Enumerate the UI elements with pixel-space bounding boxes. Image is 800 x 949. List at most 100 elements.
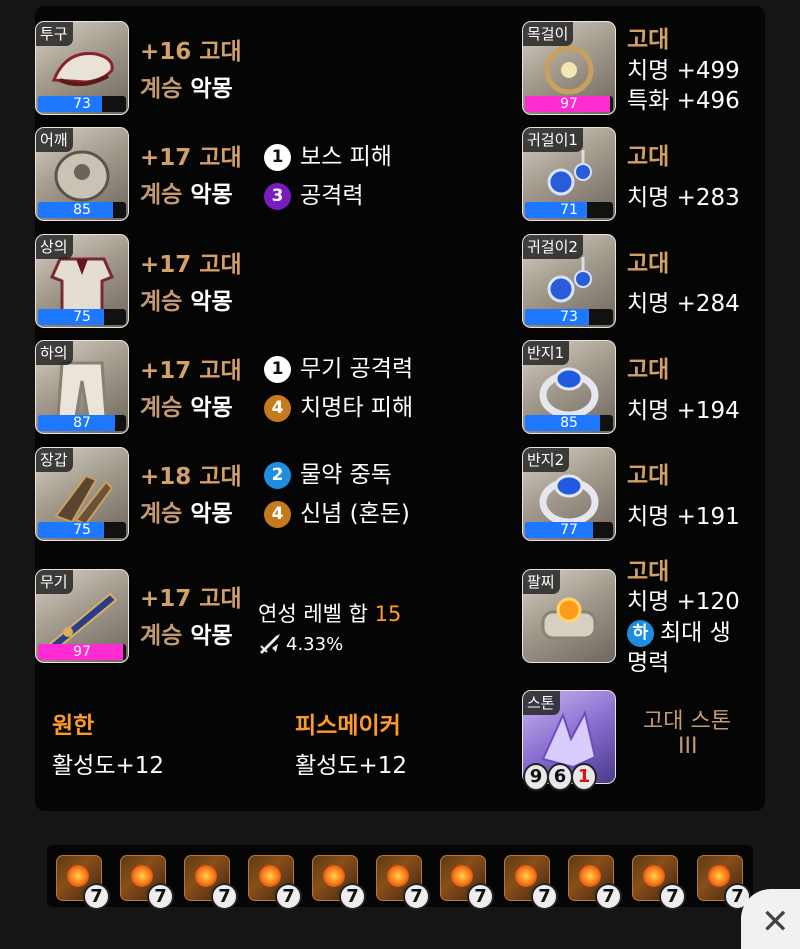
- quality-bar: 97: [38, 644, 126, 660]
- accessory-slot-earring1[interactable]: 귀걸이1 71: [522, 127, 616, 221]
- gem-icon: [131, 865, 153, 887]
- helmet-icon: [51, 52, 114, 87]
- gem-slot[interactable]: 7: [312, 855, 366, 910]
- equip-slot-gloves[interactable]: 장갑 75: [35, 447, 129, 541]
- earring1-stat-0: 치명 +283: [627, 185, 740, 211]
- transcend-percent: 4.33%: [258, 632, 343, 655]
- slot-label: 하의: [36, 341, 73, 365]
- necklace-grade: 고대: [627, 27, 670, 53]
- slot-label: 반지2: [523, 448, 570, 472]
- bracelet-stat-0: 치명 +120: [627, 589, 740, 615]
- close-button[interactable]: ✕: [741, 889, 800, 949]
- ring-icon: [539, 474, 599, 526]
- sword-icon: [260, 634, 280, 654]
- ring2-grade: 고대: [627, 463, 670, 489]
- slot-label: 스톤: [523, 691, 560, 715]
- gem-icon: [643, 865, 665, 887]
- gem-slot[interactable]: 7: [632, 855, 686, 910]
- gem-slot[interactable]: 7: [504, 855, 558, 910]
- stone-level-3: 1: [571, 763, 597, 791]
- earring2-grade: 고대: [627, 251, 670, 277]
- gem-level: 7: [467, 883, 494, 910]
- chest-set: 계승 악몽: [140, 289, 233, 315]
- accessory-slot-bracelet[interactable]: 팔찌: [522, 569, 616, 663]
- quality-bar: 85: [525, 415, 613, 431]
- weapon-icon: [48, 592, 118, 650]
- stone-engrave-levels: 961: [523, 763, 597, 791]
- stone-crystal-icon: [541, 710, 597, 769]
- engraving-value-1: 활성도+12: [295, 753, 408, 779]
- gem-slot[interactable]: 7: [376, 855, 430, 910]
- ring1-stat-0: 치명 +194: [627, 398, 740, 424]
- engraving-name-0: 원한: [52, 713, 95, 739]
- weapon-level: +17 고대: [140, 586, 242, 612]
- gem-icon: [579, 865, 601, 887]
- shoulder-armor-icon: [54, 150, 110, 202]
- necklace-icon: [544, 45, 594, 95]
- earring2-stat-0: 치명 +284: [627, 291, 740, 317]
- pants-level: +17 고대: [140, 358, 242, 384]
- earring-icon: [547, 257, 592, 303]
- ring-icon: [539, 367, 599, 419]
- necklace-stat-0: 치명 +499: [627, 58, 740, 84]
- quality-bar: 75: [38, 309, 126, 325]
- chest-level: +17 고대: [140, 252, 242, 278]
- accessory-slot-necklace[interactable]: 목걸이 97: [522, 21, 616, 115]
- earring1-grade: 고대: [627, 144, 670, 170]
- gloves-level: +18 고대: [140, 464, 242, 490]
- elixir-0: 1 보스 피해: [264, 137, 392, 171]
- quality-bar: 73: [525, 309, 613, 325]
- slot-label: 무기: [36, 570, 73, 594]
- gem-icon: [323, 865, 345, 887]
- gem-slot[interactable]: 7: [184, 855, 238, 910]
- elixir-1: 3 공격력: [264, 176, 363, 210]
- gem-icon: [195, 865, 217, 887]
- gem-icon: [67, 865, 89, 887]
- transcend-sum: 연성 레벨 합 15: [258, 602, 402, 626]
- gem-level: 7: [595, 883, 622, 910]
- gem-icon: [708, 865, 730, 887]
- slot-label: 투구: [36, 22, 73, 46]
- bracelet-effect-line2: 명력: [627, 650, 670, 676]
- close-icon: ✕: [761, 902, 790, 942]
- slot-label: 팔찌: [523, 570, 560, 594]
- accessory-slot-ring1[interactable]: 반지1 85: [522, 340, 616, 434]
- gem-slot[interactable]: 7: [697, 855, 751, 910]
- gem-slot[interactable]: 7: [440, 855, 494, 910]
- gem-level: 7: [403, 883, 430, 910]
- gem-slot[interactable]: 7: [248, 855, 302, 910]
- gem-slot[interactable]: 7: [120, 855, 174, 910]
- slot-label: 상의: [36, 235, 73, 259]
- equip-slot-shoulder[interactable]: 어깨 85: [35, 127, 129, 221]
- ring2-stat-0: 치명 +191: [627, 504, 740, 530]
- helmet-set: 계승 악몽: [140, 76, 233, 102]
- engraving-name-1: 피스메이커: [295, 713, 401, 739]
- slot-label: 반지1: [523, 341, 570, 365]
- quality-bar: 71: [525, 202, 613, 218]
- gem-slot[interactable]: 7: [568, 855, 622, 910]
- gloves-set: 계승 악몽: [140, 501, 233, 527]
- helmet-level: +16 고대: [140, 39, 242, 65]
- gem-icon: [515, 865, 537, 887]
- gem-level: 7: [531, 883, 558, 910]
- accessory-slot-ring2[interactable]: 반지2 77: [522, 447, 616, 541]
- pants-set: 계승 악몽: [140, 395, 233, 421]
- equip-slot-pants[interactable]: 하의 87: [35, 340, 129, 434]
- bracelet-grade: 고대: [627, 559, 670, 585]
- gem-level: 7: [275, 883, 302, 910]
- equip-slot-chest[interactable]: 상의 75: [35, 234, 129, 328]
- shoulder-level: +17 고대: [140, 145, 242, 171]
- gem-icon: [451, 865, 473, 887]
- quality-bar: 85: [38, 202, 126, 218]
- gem-level: 7: [147, 883, 174, 910]
- gloves-icon: [54, 474, 114, 526]
- pants-icon: [56, 361, 108, 419]
- shoulder-set: 계승 악몽: [140, 182, 233, 208]
- accessory-slot-earring2[interactable]: 귀걸이2 73: [522, 234, 616, 328]
- gem-slot[interactable]: 7: [56, 855, 110, 910]
- stone-level-2: 6: [547, 763, 573, 791]
- earring-icon: [547, 150, 592, 196]
- equip-slot-helmet[interactable]: 투구 73: [35, 21, 129, 115]
- chest-armor-icon: [49, 257, 115, 313]
- equip-slot-weapon[interactable]: 무기 97: [35, 569, 129, 663]
